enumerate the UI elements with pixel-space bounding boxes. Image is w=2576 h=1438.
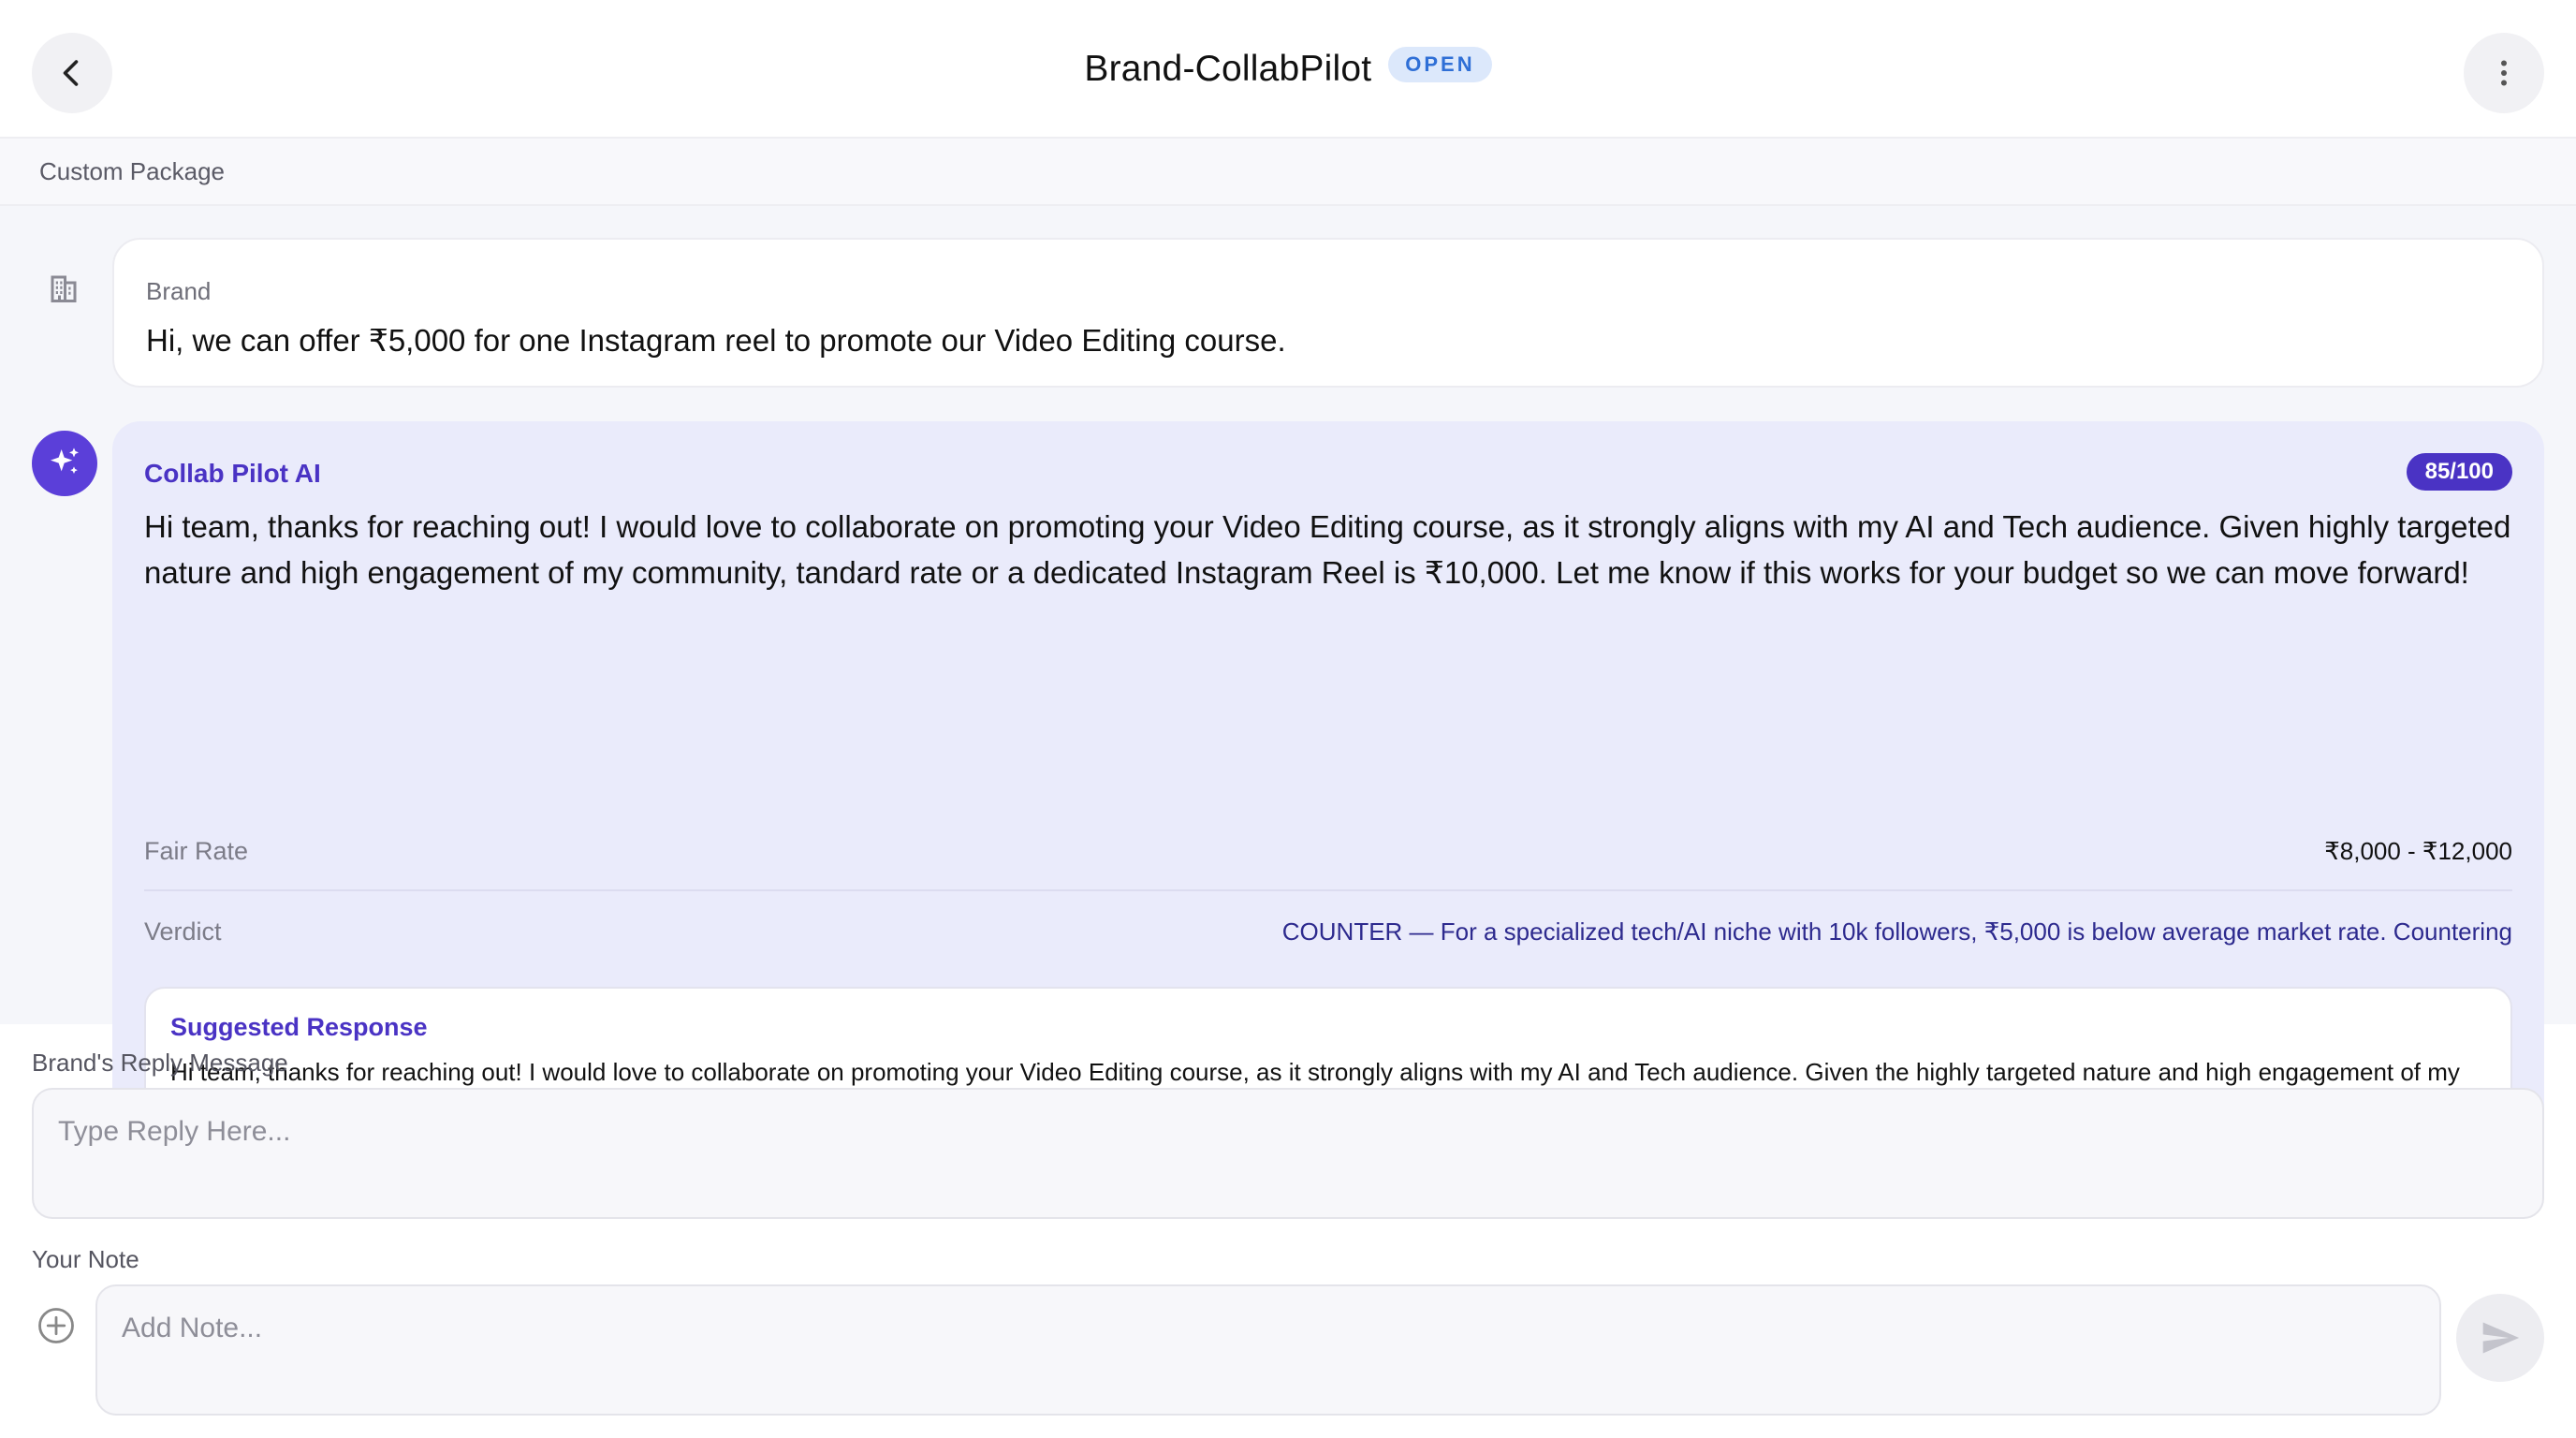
reply-input[interactable]: [32, 1088, 2544, 1219]
note-input[interactable]: [95, 1284, 2441, 1416]
ai-message-text: Hi team, thanks for reaching out! I woul…: [144, 509, 2511, 590]
ai-analysis-card: Collab Pilot AI 85/100 Hi team, thanks f…: [112, 421, 2544, 1183]
send-icon: [2482, 1322, 2520, 1354]
suggested-response-title: Suggested Response: [170, 1013, 428, 1041]
score-badge: 85/100: [2406, 453, 2512, 491]
fair-rate-label: Fair Rate: [144, 837, 249, 865]
status-badge: OPEN: [1388, 47, 1492, 82]
note-label: Your Note: [32, 1245, 139, 1273]
send-button[interactable]: [2456, 1294, 2544, 1382]
verdict-row: Verdict COUNTER — For a specialized tech…: [144, 908, 2512, 955]
verdict-label: Verdict: [144, 917, 222, 946]
brand-sender-label: Brand: [146, 277, 212, 305]
reply-label: Brand's Reply Message: [32, 1049, 288, 1077]
chevron-left-icon: [63, 60, 79, 86]
page-title: Brand-CollabPilot: [1084, 49, 1372, 89]
sparkles-icon: [51, 448, 79, 474]
plus-circle-icon: [38, 1308, 74, 1343]
fair-rate-value: ₹8,000 - ₹12,000: [2324, 837, 2512, 865]
ai-avatar: [32, 431, 97, 496]
ai-sender-label: Collab Pilot AI: [144, 459, 321, 488]
package-label: Custom Package: [39, 156, 225, 185]
brand-avatar: [37, 262, 90, 315]
more-vertical-icon: [2501, 60, 2507, 86]
brand-message-card: Brand Hi, we can offer ₹5,000 for one In…: [112, 238, 2544, 388]
verdict-value: COUNTER — For a specialized tech/AI nich…: [1281, 917, 2512, 946]
add-note-button[interactable]: [36, 1305, 77, 1346]
fair-rate-row: Fair Rate ₹8,000 - ₹12,000: [144, 833, 2512, 891]
conversation-thread: Brand Hi, we can offer ₹5,000 for one In…: [0, 206, 2576, 1183]
brand-message-text: Hi, we can offer ₹5,000 for one Instagra…: [146, 323, 1286, 358]
top-bar: Brand-CollabPilot OPEN: [0, 0, 2576, 139]
package-strip: Custom Package: [0, 139, 2576, 206]
building-icon: [51, 275, 77, 302]
more-options-button[interactable]: [2464, 33, 2544, 113]
back-button[interactable]: [32, 33, 112, 113]
